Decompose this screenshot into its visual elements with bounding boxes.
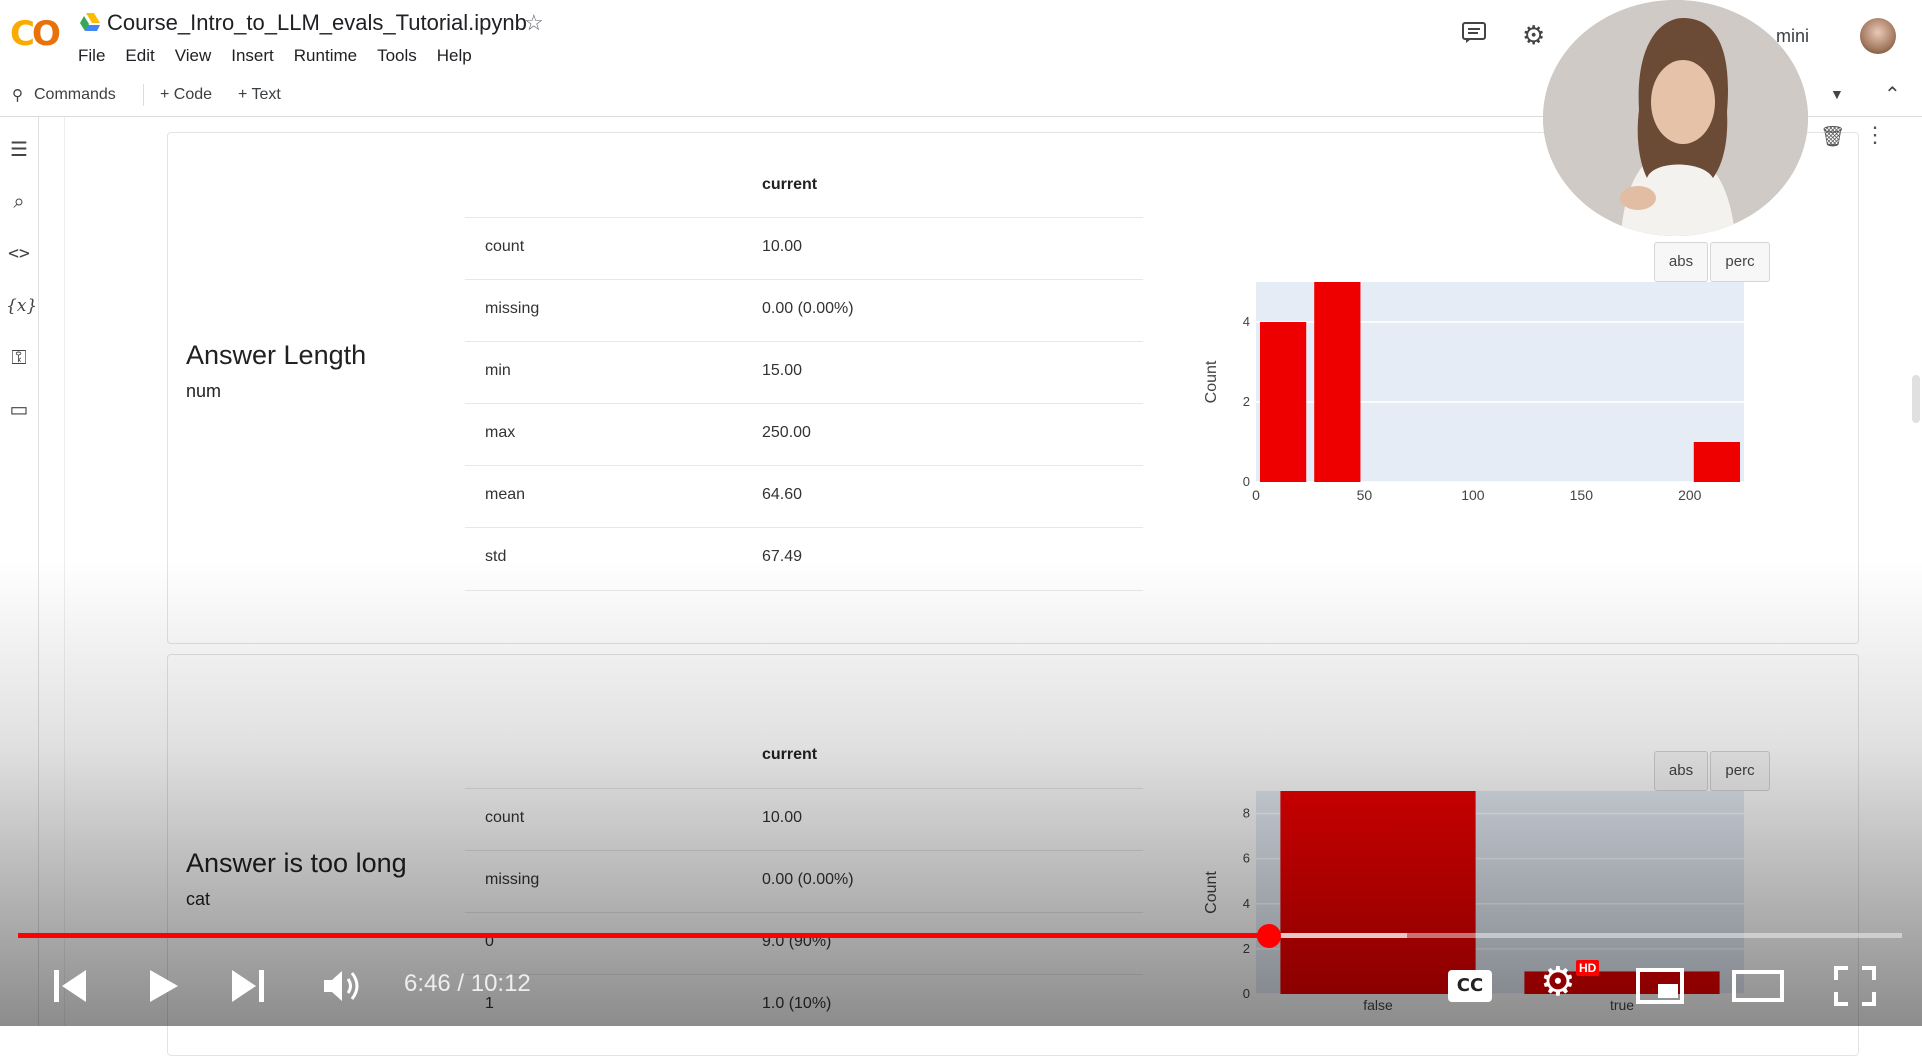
more-options-icon[interactable]: ⋮	[1864, 122, 1886, 148]
y-axis-label: Count	[1203, 871, 1220, 914]
histogram-bar	[1260, 322, 1307, 482]
feature-title: Answer Length	[186, 340, 367, 370]
theater-mode-icon[interactable]	[1732, 970, 1784, 1002]
menu-bar: File Edit View Insert Runtime Tools Help	[78, 46, 472, 66]
delete-icon[interactable]: 🗑	[1820, 124, 1845, 149]
y-tick-label: 2	[1243, 394, 1250, 409]
table-row: 1 1.0 (10%)	[465, 974, 1143, 1037]
drive-icon	[80, 13, 100, 31]
menu-file[interactable]: File	[78, 46, 105, 66]
x-tick-label: 50	[1357, 487, 1373, 503]
histogram-bar	[1693, 442, 1740, 482]
menu-view[interactable]: View	[175, 46, 212, 66]
table-row: 0 9.0 (90%)	[465, 912, 1143, 975]
y-tick-label: 2	[1243, 941, 1250, 956]
menu-tools[interactable]: Tools	[377, 46, 417, 66]
files-folder-icon[interactable]: ▭	[6, 397, 32, 423]
x-tick-label: 100	[1461, 487, 1485, 503]
y-tick-label: 4	[1243, 314, 1250, 329]
next-icon[interactable]	[230, 966, 266, 1006]
volume-icon[interactable]	[322, 966, 364, 1006]
category-bar	[1280, 791, 1476, 994]
code-snippets-icon[interactable]: <>	[6, 241, 32, 267]
scrollbar-thumb[interactable]	[1912, 375, 1920, 423]
time-display: 6:46 / 10:12	[404, 970, 531, 997]
hd-badge: HD	[1576, 960, 1600, 976]
menu-runtime[interactable]: Runtime	[294, 46, 357, 66]
chevron-down-icon[interactable]: ▼	[1830, 86, 1844, 102]
menu-edit[interactable]: Edit	[125, 46, 154, 66]
feature-type: cat	[186, 889, 211, 909]
column-header: current	[762, 176, 818, 193]
comment-icon[interactable]	[1462, 22, 1486, 44]
table-row: missing 0.00 (0.00%)	[465, 850, 1143, 913]
miniplayer-icon[interactable]	[1636, 968, 1684, 1004]
table-row: missing 0.00 (0.00%)	[465, 279, 1143, 342]
search-icon: ⚲	[12, 87, 23, 104]
chevron-up-icon[interactable]: ⌃	[1884, 82, 1901, 107]
table-row: min 15.00	[465, 341, 1143, 404]
table-of-contents-icon[interactable]: ☰	[6, 137, 32, 163]
gemini-label[interactable]: mini	[1776, 26, 1809, 47]
y-tick-label: 0	[1243, 474, 1250, 489]
play-icon[interactable]	[146, 966, 180, 1006]
add-code-button[interactable]: + Code	[160, 86, 212, 104]
table-row: count 10.00	[465, 217, 1143, 280]
table-row: std 67.49	[465, 527, 1143, 591]
secrets-key-icon[interactable]: ⚿	[6, 345, 32, 371]
cell-gutter	[64, 117, 65, 1026]
histogram-bar	[1314, 282, 1361, 482]
x-tick-label: true	[1610, 997, 1634, 1013]
menu-insert[interactable]: Insert	[231, 46, 274, 66]
y-tick-label: 8	[1243, 806, 1250, 821]
y-tick-label: 0	[1243, 986, 1250, 1001]
settings-icon[interactable]: ⚙	[1522, 20, 1545, 51]
histogram-chart: 0 2 4 0 50 100 150 200 Count	[1203, 282, 1744, 503]
previous-icon[interactable]	[52, 966, 88, 1006]
menu-help[interactable]: Help	[437, 46, 472, 66]
variables-icon[interactable]: {x}	[6, 293, 37, 319]
x-tick-label: false	[1363, 997, 1393, 1013]
scrubber-handle[interactable]	[1256, 924, 1281, 948]
y-axis-label: Count	[1203, 360, 1220, 403]
x-tick-label: 0	[1252, 487, 1260, 503]
y-tick-label: 4	[1243, 896, 1250, 911]
commands-button[interactable]: Commands	[34, 86, 116, 104]
feature-type: num	[186, 381, 222, 401]
settings-gear-icon[interactable]: ⚙	[1540, 962, 1576, 1002]
progress-played	[18, 933, 1269, 938]
add-text-button[interactable]: + Text	[238, 86, 281, 104]
find-icon[interactable]: ⌕	[6, 189, 32, 215]
table-row: count 10.00	[465, 788, 1143, 851]
x-tick-label: 150	[1570, 487, 1594, 503]
table-row: max 250.00	[465, 403, 1143, 466]
captions-icon[interactable]: CC	[1448, 970, 1492, 1002]
avatar[interactable]	[1860, 18, 1896, 54]
x-tick-label: 200	[1678, 487, 1702, 503]
left-sidebar: ☰ ⌕ <> {x} ⚿ ▭	[0, 117, 39, 1026]
feature-title: Answer is too long	[186, 848, 407, 878]
fullscreen-icon[interactable]	[1834, 966, 1876, 1006]
y-tick-label: 6	[1243, 851, 1250, 866]
notebook-title[interactable]: Course_Intro_to_LLM_evals_Tutorial.ipynb	[107, 10, 527, 36]
column-header: current	[762, 746, 818, 763]
presenter-webcam	[1543, 0, 1808, 236]
table-row: mean 64.60	[465, 465, 1143, 528]
star-icon[interactable]: ☆	[524, 10, 544, 36]
colab-logo[interactable]: CO	[10, 14, 61, 54]
